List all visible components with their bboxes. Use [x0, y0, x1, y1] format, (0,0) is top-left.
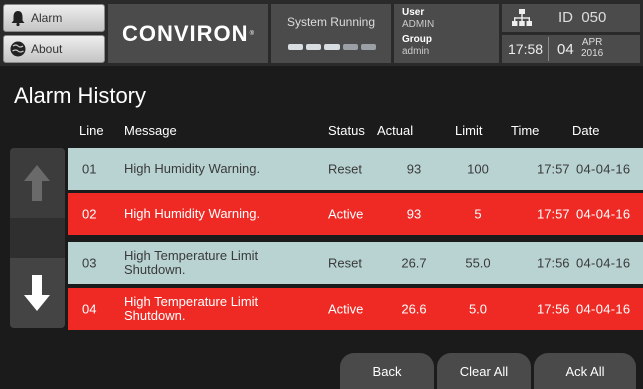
column-header-limit: Limit: [455, 123, 483, 138]
clock-day: 04: [557, 41, 574, 58]
globe-icon: [10, 41, 26, 57]
row-actual: 26.6: [401, 301, 427, 317]
about-nav-label: About: [31, 42, 63, 56]
scroll-down-button[interactable]: [10, 258, 65, 328]
clock-panel[interactable]: 17:58 04 APR 2016: [502, 35, 640, 63]
row-date: 04-04-16: [576, 161, 631, 177]
row-line: 01: [82, 161, 97, 177]
brand-mark: ®: [249, 30, 254, 37]
row-message: High Temperature Limit Shutdown.: [124, 248, 259, 277]
user-panel[interactable]: User ADMIN Group admin: [394, 4, 499, 63]
row-time: 17:57: [537, 161, 570, 177]
user-value: ADMIN: [402, 19, 435, 30]
arrow-down-icon: [24, 275, 50, 311]
about-nav-button[interactable]: About: [3, 35, 105, 63]
ack-all-button[interactable]: Ack All: [534, 353, 636, 389]
row-line: 03: [82, 255, 97, 271]
row-time: 17:57: [537, 206, 570, 222]
table-row[interactable]: 02 High Humidity Warning. Active 93 5 17…: [68, 193, 643, 235]
brand-logo: CONVIRON ®: [108, 4, 268, 63]
clock-month-year: APR 2016: [581, 37, 603, 59]
controller-id: ID 050: [558, 9, 607, 26]
header-bar: Alarm About CONVIRON ® System Running Use…: [0, 0, 643, 66]
user-label: User: [402, 7, 425, 18]
row-status: Active: [328, 206, 364, 222]
system-status-panel: System Running: [271, 4, 391, 63]
column-header-status: Status: [328, 123, 365, 138]
row-message: High Humidity Warning.: [124, 206, 261, 221]
row-actual: 93: [406, 206, 422, 222]
row-message: High Temperature Limit Shutdown.: [124, 294, 259, 323]
group-value: admin: [402, 46, 430, 57]
row-time: 17:56: [537, 255, 570, 271]
column-header-line: Line: [79, 123, 104, 138]
row-limit: 55.0: [465, 255, 491, 271]
group-label: Group: [402, 34, 432, 45]
bell-icon: [11, 11, 25, 27]
network-id-panel[interactable]: ID 050: [502, 4, 640, 32]
row-actual: 93: [406, 161, 422, 177]
clock-year: 2016: [581, 48, 604, 59]
arrow-up-icon: [24, 165, 50, 201]
column-header-time: Time: [511, 123, 540, 138]
scroll-up-button[interactable]: [10, 148, 65, 218]
alarm-nav-button[interactable]: Alarm: [3, 4, 105, 32]
alarm-nav-label: Alarm: [31, 11, 63, 25]
clock-time: 17:58: [508, 41, 544, 57]
table-row[interactable]: 03 High Temperature Limit Shutdown. Rese…: [68, 242, 643, 284]
row-status: Active: [328, 301, 364, 317]
system-status-text: System Running: [286, 15, 376, 29]
row-limit: 5: [474, 206, 482, 222]
row-actual: 26.7: [401, 255, 427, 271]
row-date: 04-04-16: [576, 255, 631, 271]
scroll-control: [10, 148, 65, 328]
page-title: Alarm History: [14, 83, 147, 108]
clock-divider: [548, 37, 549, 61]
table-header: Line Message Status Actual Limit Time Da…: [68, 123, 643, 143]
clear-all-button[interactable]: Clear All: [437, 353, 531, 389]
network-icon: [512, 9, 532, 26]
brand-name: CONVIRON: [122, 20, 249, 46]
row-date: 04-04-16: [576, 206, 631, 222]
table-row[interactable]: 01 High Humidity Warning. Reset 93 100 1…: [68, 148, 643, 190]
row-status: Reset: [328, 255, 362, 271]
back-button[interactable]: Back: [340, 353, 434, 389]
row-message: High Humidity Warning.: [124, 161, 261, 176]
row-limit: 5.0: [468, 301, 488, 317]
row-date: 04-04-16: [576, 301, 631, 317]
row-time: 17:56: [537, 301, 570, 317]
system-activity-bar: [288, 44, 377, 50]
column-header-date: Date: [572, 123, 600, 138]
row-limit: 100: [467, 161, 489, 177]
row-status: Reset: [328, 161, 362, 177]
row-line: 04: [82, 301, 97, 317]
table-row[interactable]: 04 High Temperature Limit Shutdown. Acti…: [68, 288, 643, 330]
column-header-actual: Actual: [377, 123, 414, 138]
row-line: 02: [82, 206, 97, 222]
column-header-message: Message: [124, 123, 177, 138]
clock-month: APR: [581, 37, 603, 48]
